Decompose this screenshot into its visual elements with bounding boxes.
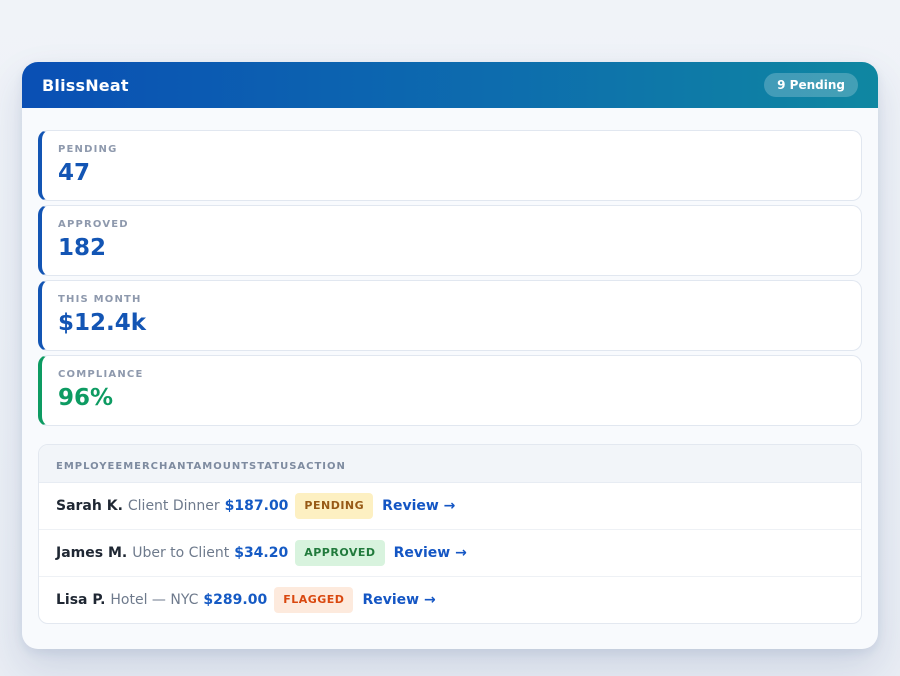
stat-card-compliance: COMPLIANCE 96% — [38, 355, 862, 426]
review-link[interactable]: Review → — [362, 592, 435, 608]
stat-label: COMPLIANCE — [58, 369, 845, 380]
app-header: BlissNeat 9 Pending — [22, 62, 878, 108]
column-header-merchant: MERCHANT — [123, 461, 193, 472]
dashboard-body: PENDING 47 APPROVED 182 THIS MONTH $12.4… — [22, 108, 878, 649]
stat-value: 47 — [58, 161, 845, 186]
pending-count-badge: 9 Pending — [764, 73, 858, 97]
expense-table: EMPLOYEEMERCHANTAMOUNTSTATUSACTION Sarah… — [38, 444, 862, 624]
app-title: BlissNeat — [42, 76, 129, 95]
table-row: James M. Uber to Client $34.20 APPROVED Revi… — [39, 529, 861, 576]
expense-dashboard-card: BlissNeat 9 Pending PENDING 47 APPROVED … — [22, 62, 878, 649]
stat-label: APPROVED — [58, 219, 845, 230]
table-header-row: EMPLOYEEMERCHANTAMOUNTSTATUSACTION — [39, 445, 861, 483]
merchant-name: Uber to Client — [132, 545, 229, 561]
column-header-action: ACTION — [297, 461, 346, 472]
employee-name: Sarah K. — [56, 498, 123, 514]
stat-value: 182 — [58, 236, 845, 261]
merchant-name: Client Dinner — [128, 498, 220, 514]
status-badge: FLAGGED — [274, 587, 353, 613]
table-row: Lisa P. Hotel — NYC $289.00 FLAGGED Review → — [39, 576, 861, 623]
employee-name: James M. — [56, 545, 127, 561]
expense-amount: $289.00 — [203, 592, 267, 608]
employee-name: Lisa P. — [56, 592, 105, 608]
stat-label: THIS MONTH — [58, 294, 845, 305]
column-header-status: STATUS — [249, 461, 297, 472]
table-row: Sarah K. Client Dinner $187.00 PENDING Revie… — [39, 483, 861, 529]
stat-card-approved: APPROVED 182 — [38, 205, 862, 276]
stat-card-pending: PENDING 47 — [38, 130, 862, 201]
status-badge: APPROVED — [295, 540, 384, 566]
stat-card-this-month: THIS MONTH $12.4k — [38, 280, 862, 351]
page-background: BlissNeat 9 Pending PENDING 47 APPROVED … — [0, 0, 900, 676]
merchant-name: Hotel — NYC — [110, 592, 198, 608]
review-link[interactable]: Review → — [394, 545, 467, 561]
stat-label: PENDING — [58, 144, 845, 155]
expense-amount: $187.00 — [225, 498, 289, 514]
column-header-employee: EMPLOYEE — [56, 461, 123, 472]
column-header-amount: AMOUNT — [194, 461, 250, 472]
expense-amount: $34.20 — [234, 545, 288, 561]
stat-value: 96% — [58, 386, 845, 411]
stat-value: $12.4k — [58, 311, 845, 336]
status-badge: PENDING — [295, 493, 373, 519]
review-link[interactable]: Review → — [382, 498, 455, 514]
